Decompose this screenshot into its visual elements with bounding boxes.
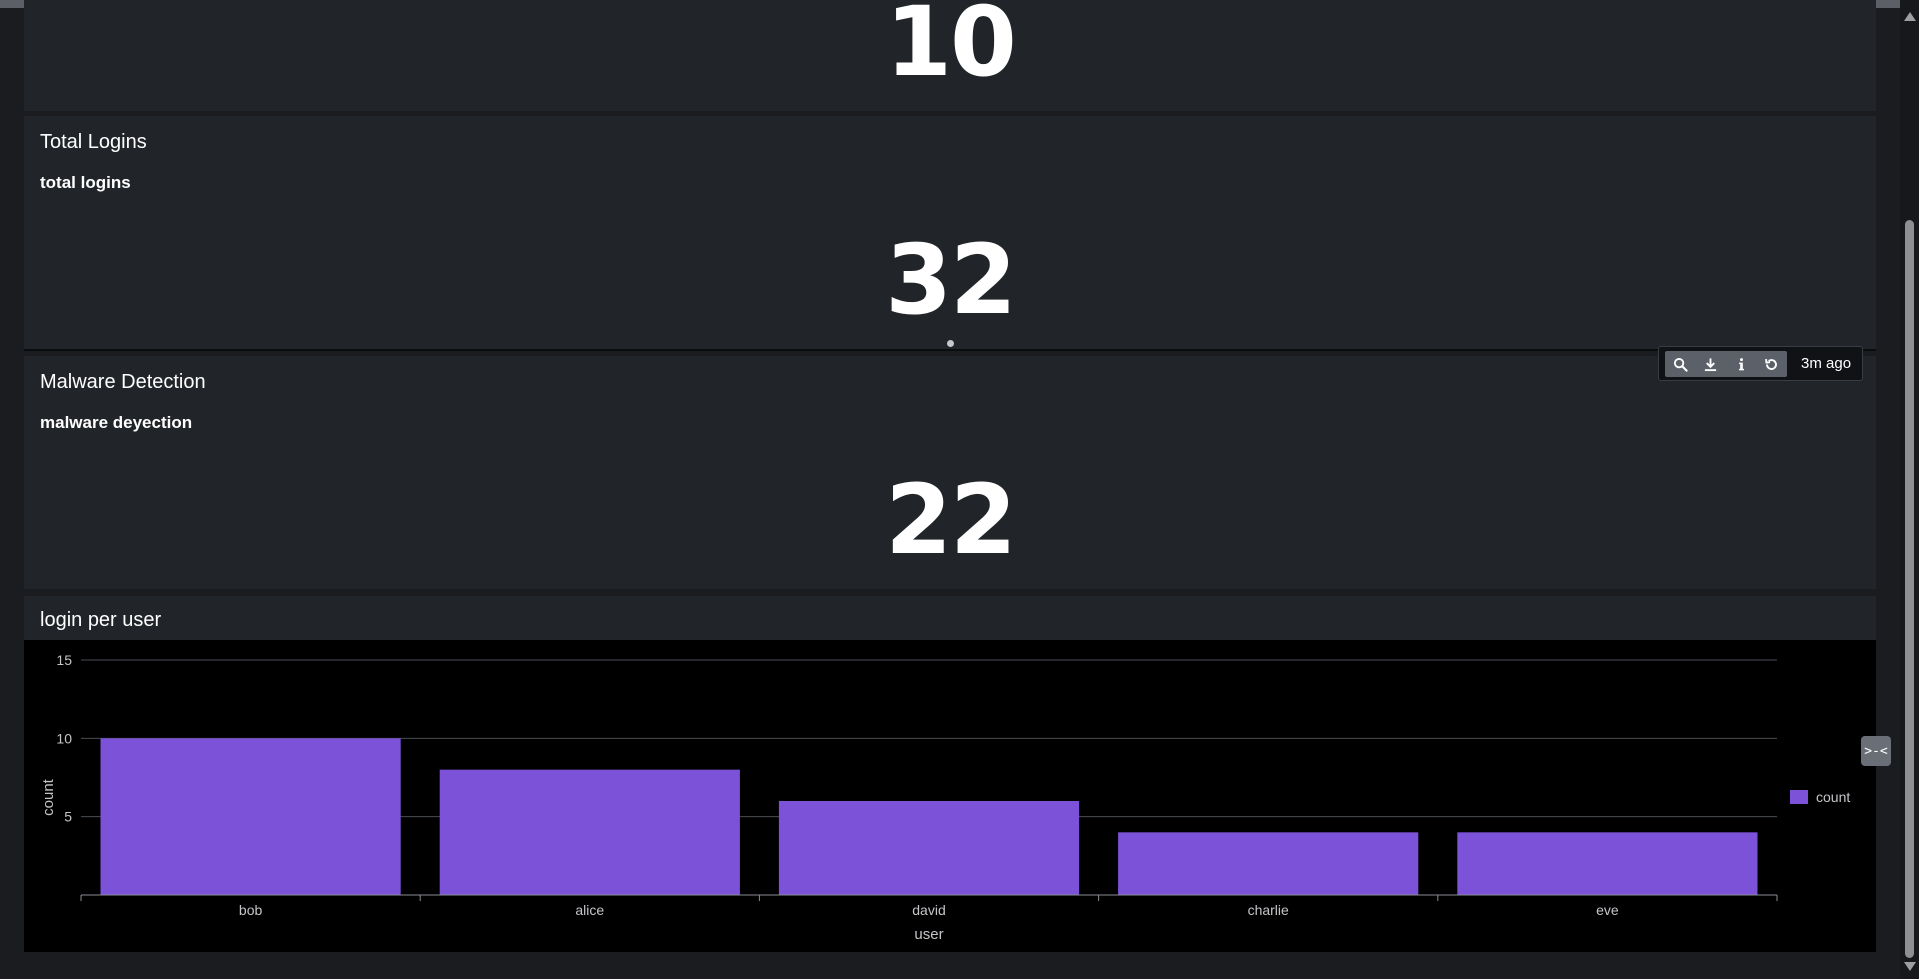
toolbar-buttons [1665,351,1787,377]
bar-chart-svg: 5 10 15 bob alice david charlie eve user count co… [40,652,1850,943]
scroll-up-arrow-icon[interactable] [1904,12,1916,21]
page-scrollbar[interactable] [1900,0,1919,979]
info-button[interactable] [1726,351,1757,377]
total-logins-value: 32 [885,224,1017,336]
y-tick-label: 5 [64,809,72,825]
legend-label: count [1816,789,1850,805]
search-button[interactable] [1665,351,1696,377]
download-button[interactable] [1696,351,1727,377]
panel-subtitle-total-logins: total logins [40,173,131,192]
panel-total-logins: Total Logins total logins 32 [24,116,1876,349]
scrollbar-thumb[interactable] [1905,220,1914,958]
x-tick-label: charlie [1248,902,1289,918]
malware-value: 22 [885,464,1017,576]
refresh-icon [1765,358,1778,370]
last-refresh-time: 3m ago [1801,355,1852,372]
panel-top-single-value: 10 [24,0,1876,111]
search-icon [1673,357,1688,372]
x-axis-title: user [914,926,943,943]
x-tick-label: alice [575,902,604,918]
x-tick-label: bob [239,902,263,918]
login-per-user-chart: 5 10 15 bob alice david charlie eve user count co… [24,640,1876,952]
download-icon [1705,357,1717,371]
legend-swatch [1790,790,1808,804]
bar [1118,832,1419,895]
y-axis-title: count [40,778,57,816]
x-tick-label: eve [1596,902,1619,918]
side-panel-toggle[interactable]: >-< [1861,736,1891,766]
panel-title-total-logins: Total Logins [40,131,147,153]
refresh-button[interactable] [1757,351,1788,377]
panel-toolbar: 3m ago [1658,346,1863,381]
top-single-value: 10 [885,0,1017,98]
y-tick-label: 15 [56,652,72,668]
panel-divider [24,349,1876,351]
panel-title-malware: Malware Detection [40,371,206,393]
panel-resize-handle[interactable] [947,340,954,347]
bar [1457,832,1758,895]
panel-malware-detection: Malware Detection malware deyection 22 [24,356,1876,589]
bar [439,769,740,895]
bar [100,738,401,895]
scroll-down-arrow-icon[interactable] [1904,962,1916,971]
y-tick-label: 10 [56,730,72,746]
info-icon [1738,357,1744,370]
panel-title-login-per-user: login per user [40,609,162,631]
panel-subtitle-malware: malware deyection [40,413,193,432]
bar [778,801,1080,895]
x-tick-label: david [912,902,945,918]
